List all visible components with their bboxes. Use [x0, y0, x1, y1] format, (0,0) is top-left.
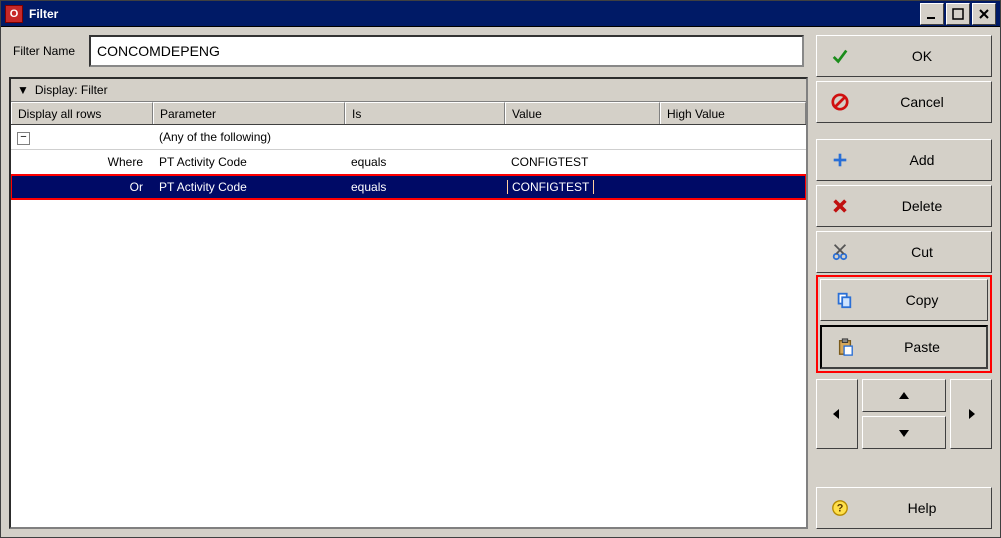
display-section-label: Display: Filter: [35, 83, 108, 97]
filter-grid: ▼ Display: Filter Display all rows Param…: [9, 77, 808, 529]
filter-row-selected[interactable]: Or PT Activity Code equals CONFIGTEST: [11, 175, 806, 199]
col-display-all-rows[interactable]: Display all rows: [11, 102, 153, 124]
paste-icon: [832, 338, 858, 356]
collapse-icon[interactable]: −: [17, 132, 30, 145]
scissors-icon: [827, 243, 853, 261]
cancel-label: Cancel: [853, 94, 991, 110]
add-label: Add: [853, 152, 991, 168]
filter-name-label: Filter Name: [13, 44, 75, 58]
delete-button[interactable]: Delete: [816, 185, 992, 227]
row-parameter: PT Activity Code: [153, 155, 345, 169]
svg-text:?: ?: [837, 503, 844, 515]
content-area: Filter Name ▼ Display: Filter Display al…: [1, 27, 1000, 537]
filter-dialog: O Filter Filter Name ▼ Display: Filter D…: [0, 0, 1001, 538]
app-icon: O: [5, 5, 23, 23]
nav-up-button[interactable]: [862, 379, 946, 412]
row-parameter: PT Activity Code: [153, 180, 345, 194]
grid-header-row: Display all rows Parameter Is Value High…: [11, 102, 806, 125]
window-controls: [920, 3, 996, 25]
row-is: equals: [345, 180, 505, 194]
col-value[interactable]: Value: [505, 102, 660, 124]
col-is[interactable]: Is: [345, 102, 505, 124]
cut-label: Cut: [853, 244, 991, 260]
spacer: [816, 453, 992, 483]
delete-icon: [827, 197, 853, 215]
titlebar: O Filter: [1, 1, 1000, 27]
add-button[interactable]: Add: [816, 139, 992, 181]
ok-button[interactable]: OK: [816, 35, 992, 77]
plus-icon: [827, 151, 853, 169]
paste-label: Paste: [858, 339, 986, 355]
help-icon: ?: [827, 499, 853, 517]
paste-button[interactable]: Paste: [820, 325, 988, 369]
nav-group: [816, 379, 992, 449]
cancel-button[interactable]: Cancel: [816, 81, 992, 123]
nav-right-button[interactable]: [950, 379, 992, 449]
cut-button[interactable]: Cut: [816, 231, 992, 273]
app-icon-letter: O: [10, 8, 19, 20]
button-panel: OK Cancel Add Delete Cut: [816, 35, 992, 529]
spacer: [816, 127, 992, 135]
chevron-down-icon: ▼: [17, 83, 29, 97]
delete-label: Delete: [853, 198, 991, 214]
nav-down-button[interactable]: [862, 416, 946, 449]
help-button[interactable]: ? Help: [816, 487, 992, 529]
ok-label: OK: [853, 48, 991, 64]
help-label: Help: [853, 500, 991, 516]
display-section-header[interactable]: ▼ Display: Filter: [11, 79, 806, 102]
row-value-input[interactable]: CONFIGTEST: [507, 180, 594, 194]
filter-name-row: Filter Name: [13, 35, 804, 67]
group-label: (Any of the following): [153, 130, 806, 144]
copy-label: Copy: [857, 292, 987, 308]
col-parameter[interactable]: Parameter: [153, 102, 345, 124]
row-op: Where: [11, 155, 153, 169]
check-icon: [827, 47, 853, 65]
window-title: Filter: [29, 7, 920, 21]
col-high-value[interactable]: High Value: [660, 102, 806, 124]
row-op: Or: [11, 180, 153, 194]
row-value: CONFIGTEST: [505, 180, 660, 194]
row-is: equals: [345, 155, 505, 169]
cancel-icon: [827, 93, 853, 111]
filter-row[interactable]: Where PT Activity Code equals CONFIGTEST: [11, 150, 806, 175]
copy-paste-highlight: Copy Paste: [816, 275, 992, 373]
maximize-button[interactable]: [946, 3, 970, 25]
close-button[interactable]: [972, 3, 996, 25]
filter-name-input[interactable]: [89, 35, 804, 67]
group-expand-cell: −: [11, 129, 153, 145]
grid-body: − (Any of the following) Where PT Activi…: [11, 125, 806, 527]
nav-center: [862, 379, 946, 449]
row-value: CONFIGTEST: [505, 155, 660, 169]
minimize-button[interactable]: [920, 3, 944, 25]
copy-icon: [831, 291, 857, 309]
copy-button[interactable]: Copy: [820, 279, 988, 321]
group-row[interactable]: − (Any of the following): [11, 125, 806, 150]
nav-left-button[interactable]: [816, 379, 858, 449]
left-panel: Filter Name ▼ Display: Filter Display al…: [9, 35, 808, 529]
